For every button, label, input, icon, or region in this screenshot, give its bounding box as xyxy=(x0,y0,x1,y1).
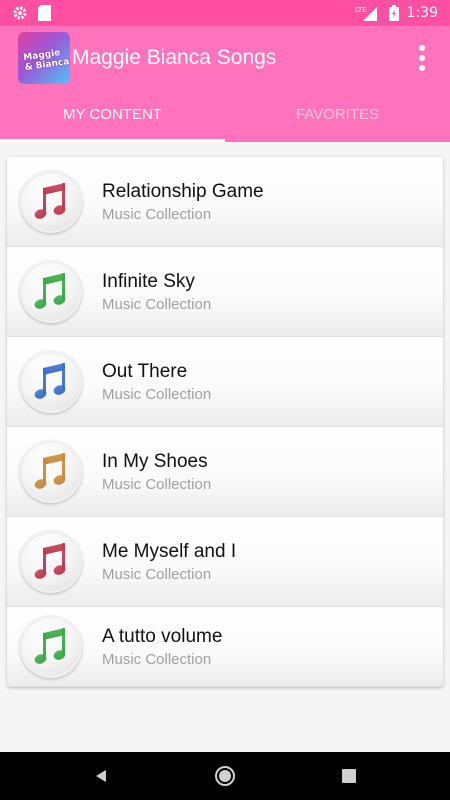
song-row-infinite-sky[interactable]: Infinite Sky Music Collection xyxy=(7,247,443,337)
app-logo: Maggie & Bianca xyxy=(18,32,70,84)
song-row-in-my-shoes[interactable]: In My Shoes Music Collection xyxy=(7,427,443,517)
more-options-icon[interactable] xyxy=(412,41,432,75)
song-subtitle: Music Collection xyxy=(102,565,212,583)
page-title: Maggie Bianca Songs xyxy=(72,46,277,69)
sd-card-icon xyxy=(38,5,51,21)
song-row-relationship-game[interactable]: Relationship Game Music Collection xyxy=(7,157,443,247)
music-note-icon xyxy=(20,530,82,593)
tab-indicator xyxy=(0,139,225,142)
music-note-icon xyxy=(20,350,82,413)
system-nav-bar xyxy=(0,752,450,800)
svg-text:LTE: LTE xyxy=(355,6,367,14)
song-subtitle: Music Collection xyxy=(102,650,212,668)
music-note-icon xyxy=(20,260,82,323)
song-list: Relationship Game Music Collection Infin… xyxy=(7,157,443,687)
song-subtitle: Music Collection xyxy=(102,475,212,493)
home-icon[interactable] xyxy=(163,765,287,787)
music-note-icon xyxy=(20,615,82,678)
recents-icon[interactable] xyxy=(287,769,411,783)
tab-bar: MY CONTENT FAVORITES xyxy=(0,90,450,142)
signal-icon: LTE xyxy=(355,5,381,21)
song-subtitle: Music Collection xyxy=(102,385,212,403)
clock: 1:39 xyxy=(406,5,438,21)
music-note-icon xyxy=(20,440,82,503)
battery-icon xyxy=(388,5,399,21)
song-title: A tutto volume xyxy=(102,625,223,647)
song-subtitle: Music Collection xyxy=(102,205,212,223)
tab-label: FAVORITES xyxy=(295,105,380,123)
song-subtitle: Music Collection xyxy=(102,295,212,313)
status-bar: LTE 1:39 xyxy=(0,0,450,26)
tab-favorites[interactable]: FAVORITES xyxy=(225,90,450,142)
tab-my-content[interactable]: MY CONTENT xyxy=(0,90,225,142)
music-note-icon xyxy=(20,170,82,233)
gear-icon xyxy=(12,5,28,21)
song-row-out-there[interactable]: Out There Music Collection xyxy=(7,337,443,427)
back-icon[interactable] xyxy=(39,768,163,784)
logo-text: Maggie & Bianca xyxy=(22,48,70,74)
song-row-me-myself-and-i[interactable]: Me Myself and I Music Collection xyxy=(7,517,443,607)
song-title: Me Myself and I xyxy=(102,540,237,562)
song-title: Infinite Sky xyxy=(102,270,195,292)
app-bar: Maggie & Bianca Maggie Bianca Songs xyxy=(0,26,450,90)
song-title: Relationship Game xyxy=(102,180,264,202)
song-title: Out There xyxy=(102,360,188,382)
song-row-a-tutto-volume[interactable]: A tutto volume Music Collection xyxy=(7,607,443,687)
tab-label: MY CONTENT xyxy=(63,105,162,123)
song-title: In My Shoes xyxy=(102,450,208,472)
